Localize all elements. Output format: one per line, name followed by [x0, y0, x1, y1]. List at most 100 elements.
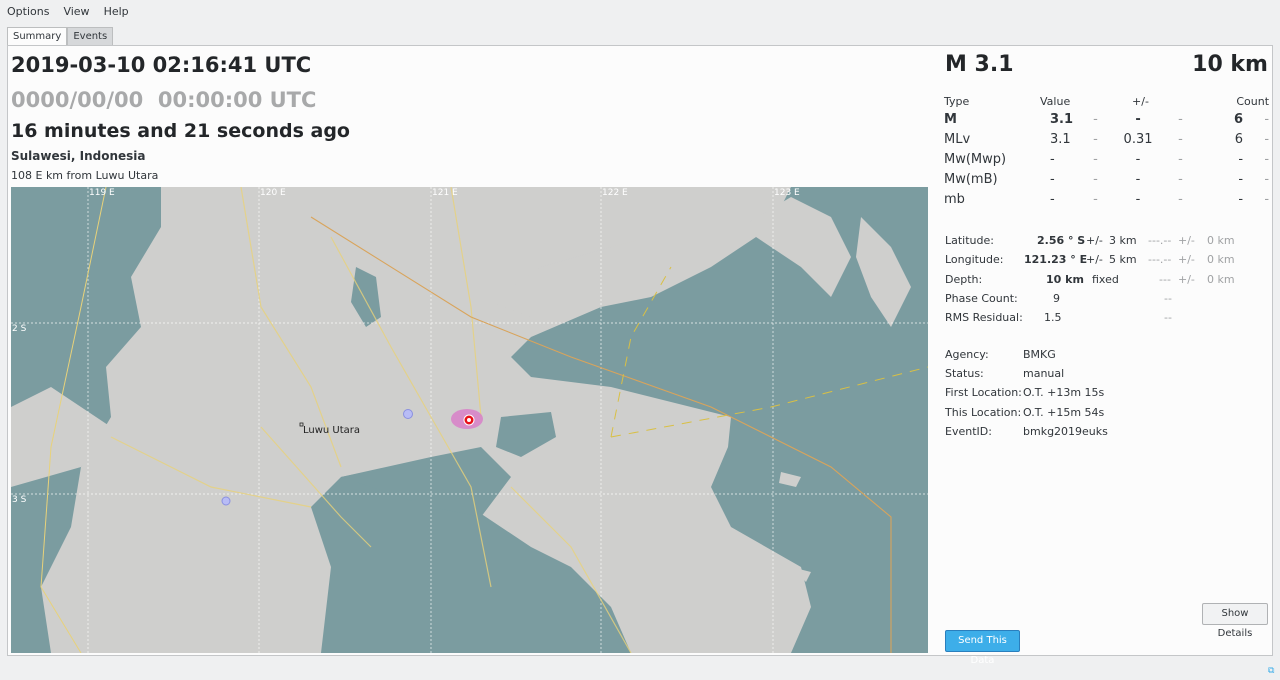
eventid-label: EventID:	[945, 425, 992, 438]
lon-label-121: 121 E	[432, 188, 458, 198]
this-location-label: This Location:	[945, 406, 1022, 419]
show-details-button[interactable]: Show Details	[1202, 603, 1268, 639]
first-location-label: First Location:	[945, 386, 1022, 399]
row-type: MLv	[944, 131, 971, 147]
depth-summary: 10 km	[1192, 52, 1268, 77]
lon-label-122: 122 E	[602, 188, 628, 198]
depth-label: Depth:	[945, 273, 983, 286]
row-dash: -	[1093, 131, 1098, 147]
row-dash: -	[1178, 151, 1183, 167]
row-uncertainty: -	[1135, 151, 1141, 167]
row-dash: -	[1093, 191, 1098, 207]
magnitude-summary: M 3.1	[945, 52, 1014, 77]
origin-time: 2019-03-10 02:16:41 UTC	[11, 53, 312, 77]
lon-label-120: 120 E	[260, 188, 286, 198]
send-data-button[interactable]: Send This Data	[945, 630, 1020, 666]
tab-events[interactable]: Events	[67, 27, 114, 45]
lat-label-2s: 2 S	[12, 324, 27, 334]
menu-help[interactable]: Help	[97, 5, 136, 18]
row-uncertainty: -	[1135, 111, 1141, 127]
row-dash: -	[1264, 111, 1270, 127]
tab-bar: Summary Events	[7, 27, 114, 46]
lon-alt-unc: 0 km	[1207, 253, 1235, 266]
row-dash: -	[1178, 111, 1183, 127]
row-count: 6	[1233, 111, 1244, 127]
col-value: Value	[1040, 95, 1071, 108]
nearest-city-distance: 108 E km from Luwu Utara	[11, 169, 159, 182]
lon-label: Longitude:	[945, 253, 1004, 266]
lon-value: 121.23 ° E	[1024, 253, 1088, 266]
row-dash: -	[1093, 151, 1098, 167]
this-location-value: O.T. +15m 54s	[1023, 406, 1105, 419]
row-dash: -	[1178, 171, 1183, 187]
row-dash: -	[1264, 171, 1270, 187]
event-map[interactable]: 119 E 120 E 121 E 122 E 123 E 2 S 3 S Lu…	[11, 187, 928, 653]
depth-value: 10 km	[1046, 273, 1084, 286]
region-name: Sulawesi, Indonesia	[11, 149, 146, 163]
depth-pm2: +/-	[1178, 273, 1195, 286]
agency-label: Agency:	[945, 348, 989, 361]
status-value: manual	[1023, 367, 1065, 380]
row-dash: -	[1093, 171, 1098, 187]
row-value: -	[1050, 151, 1055, 167]
row-dash: -	[1093, 111, 1098, 127]
city-label: Luwu Utara	[303, 425, 361, 436]
lon-label-119: 119 E	[89, 188, 115, 198]
eventid-value: bmkg2019euks	[1023, 425, 1108, 438]
lon-pm: +/-	[1086, 253, 1103, 266]
magnitude-table-header: Type Value +/- Count	[944, 94, 1269, 109]
lon-alt: ---.--	[1148, 253, 1172, 266]
col-count: Count	[1236, 95, 1270, 108]
rms-label: RMS Residual:	[945, 311, 1023, 324]
agency-value: BMKG	[1023, 348, 1056, 361]
table-row[interactable]: mb - - - - - -	[944, 189, 1269, 209]
depth-alt: ---	[1159, 273, 1171, 286]
magnitude-table: Type Value +/- Count M 3.1 - - - 6 - MLv…	[944, 94, 1269, 209]
row-count: -	[1238, 151, 1244, 167]
row-type: Mw(Mwp)	[944, 151, 1007, 167]
row-uncertainty: -	[1135, 191, 1141, 207]
row-value: -	[1050, 171, 1055, 187]
first-location-value: O.T. +13m 15s	[1023, 386, 1105, 399]
row-dash: -	[1264, 191, 1270, 207]
col-pm: +/-	[1132, 95, 1149, 108]
row-value: 3.1	[1050, 111, 1074, 127]
col-type: Type	[944, 95, 970, 108]
row-dash: -	[1264, 151, 1270, 167]
row-type: Mw(mB)	[944, 171, 998, 187]
resize-grip-icon[interactable]: ⧉	[1268, 666, 1278, 676]
lon-label-123: 123 E	[774, 188, 800, 198]
row-value: 3.1	[1050, 131, 1071, 147]
rms-value: 1.5	[1044, 311, 1062, 324]
row-count: 6	[1234, 131, 1244, 147]
tab-summary[interactable]: Summary	[7, 27, 68, 46]
lat-label-3s: 3 S	[12, 495, 27, 505]
row-value: -	[1050, 191, 1055, 207]
table-row[interactable]: Mw(mB) - - - - - -	[944, 169, 1269, 189]
lon-pm2: +/-	[1178, 253, 1195, 266]
lat-alt: ---.--	[1148, 234, 1172, 247]
table-row[interactable]: Mw(Mwp) - - - - - -	[944, 149, 1269, 169]
row-dash: -	[1178, 131, 1183, 147]
depth-alt-unc: 0 km	[1207, 273, 1235, 286]
phase-alt: --	[1164, 292, 1172, 305]
rms-alt: --	[1164, 311, 1172, 324]
lat-label: Latitude:	[945, 234, 994, 247]
table-row[interactable]: MLv 3.1 - 0.31 - 6 -	[944, 129, 1269, 149]
phase-label: Phase Count:	[945, 292, 1018, 305]
row-uncertainty: -	[1135, 171, 1141, 187]
row-dash: -	[1264, 131, 1270, 147]
reference-time: 0000/00/00 00:00:00 UTC	[11, 88, 317, 112]
elapsed-time: 16 minutes and 21 seconds ago	[11, 120, 350, 142]
row-count: -	[1238, 191, 1244, 207]
lat-unc: 3 km	[1109, 234, 1137, 247]
phase-value: 9	[1053, 292, 1060, 305]
table-row[interactable]: M 3.1 - - - 6 -	[944, 109, 1269, 129]
menu-view[interactable]: View	[56, 5, 96, 18]
status-label: Status:	[945, 367, 984, 380]
menu-options[interactable]: Options	[0, 5, 56, 18]
depth-fixed: fixed	[1092, 273, 1119, 286]
row-uncertainty: 0.31	[1123, 131, 1153, 147]
row-type: M	[944, 111, 957, 127]
menu-bar: Options View Help	[0, 0, 1280, 22]
